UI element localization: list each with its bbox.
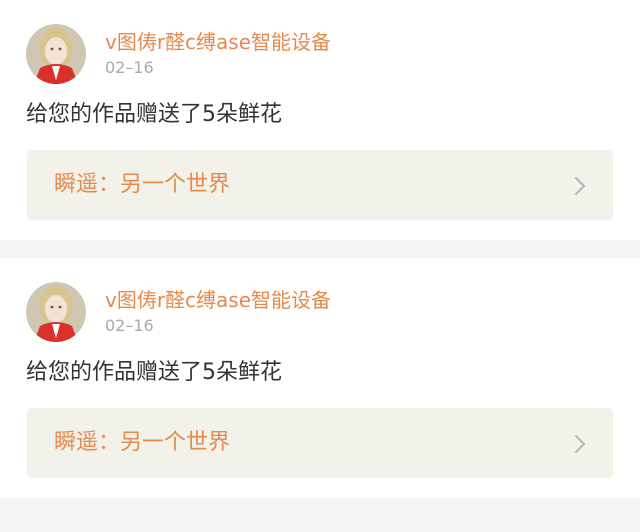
sender-username[interactable]: v图俦r醛c缚ase智能设备 (105, 288, 331, 312)
work-link[interactable]: 瞬遥：另一个世界 (27, 150, 613, 220)
avatar[interactable] (26, 24, 86, 84)
chevron-right-icon (575, 435, 585, 453)
chevron-right-icon (575, 177, 585, 195)
work-title: 瞬遥：另一个世界 (54, 430, 231, 455)
notification-card: v图俦r醛c缚ase智能设备 02–16 给您的作品赠送了5朵鲜花 瞬遥：另一个… (0, 258, 640, 498)
notification-time: 02–16 (105, 316, 154, 335)
notification-feed: v图俦r醛c缚ase智能设备 02–16 给您的作品赠送了5朵鲜花 瞬遥：另一个… (0, 0, 640, 532)
notification-time: 02–16 (105, 58, 154, 77)
user-avatar-icon (26, 282, 86, 342)
work-link[interactable]: 瞬遥：另一个世界 (27, 408, 613, 478)
work-title: 瞬遥：另一个世界 (54, 172, 231, 197)
sender-username[interactable]: v图俦r醛c缚ase智能设备 (105, 30, 331, 54)
notification-card: v图俦r醛c缚ase智能设备 02–16 给您的作品赠送了5朵鲜花 瞬遥：另一个… (0, 0, 640, 240)
user-avatar-icon (26, 24, 86, 84)
avatar[interactable] (26, 282, 86, 342)
notification-message: 给您的作品赠送了5朵鲜花 (26, 102, 282, 127)
notification-message: 给您的作品赠送了5朵鲜花 (26, 360, 282, 385)
